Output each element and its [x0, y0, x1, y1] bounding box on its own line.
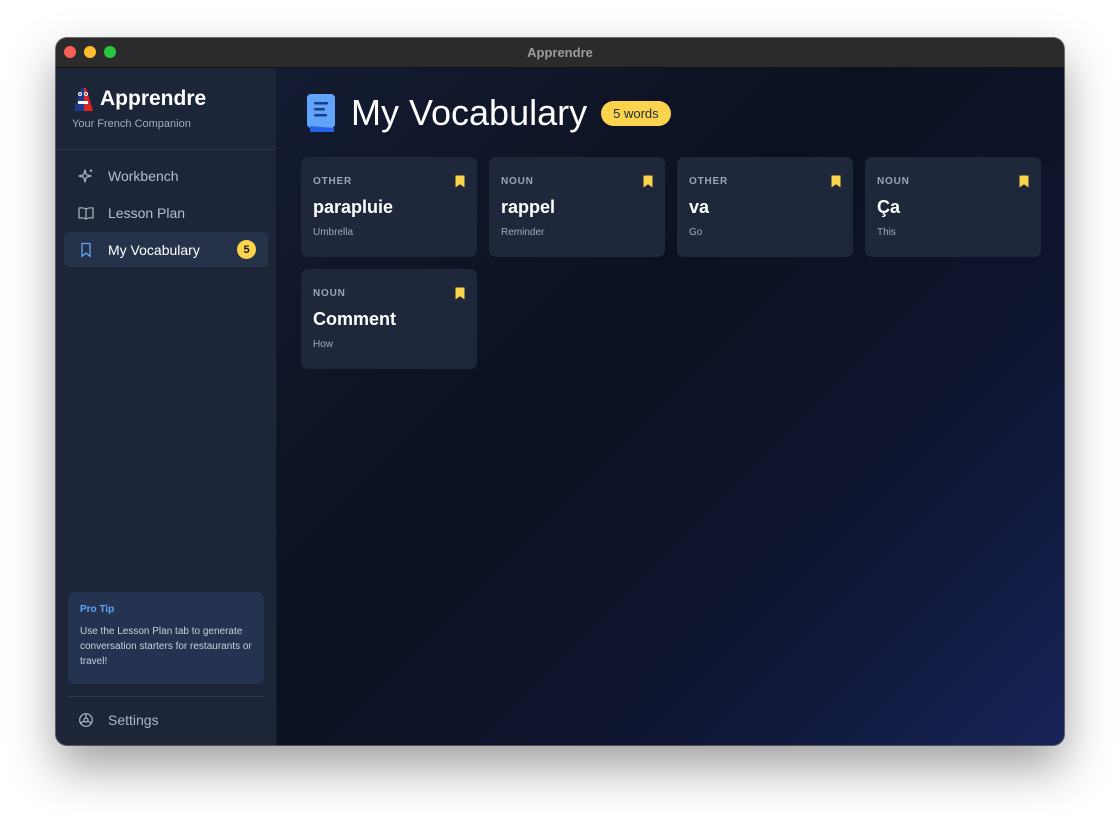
- pro-tip-card: Pro Tip Use the Lesson Plan tab to gener…: [68, 592, 264, 684]
- word-count-badge: 5 words: [601, 100, 671, 126]
- bookmark-icon[interactable]: [1019, 175, 1029, 188]
- word: rappel: [501, 197, 556, 217]
- word: parapluie: [313, 197, 394, 217]
- word: Ça: [877, 197, 901, 217]
- title-bar[interactable]: Apprendre: [56, 38, 1064, 68]
- bookmark-icon[interactable]: [831, 175, 841, 188]
- page-title: My Vocabulary: [351, 92, 588, 133]
- word-type: NOUN: [877, 176, 910, 187]
- word-type: OTHER: [689, 176, 728, 187]
- translation: Umbrella: [313, 227, 354, 238]
- vocab-card[interactable]: OTHER parapluie Umbrella: [301, 157, 477, 257]
- book-open-icon: [78, 205, 94, 221]
- app-window: Apprendre Apprendre Your French Companio…: [56, 38, 1064, 745]
- app-logo-icon: [72, 86, 94, 112]
- bookmark-icon: [78, 242, 94, 258]
- vocabulary-count-badge: 5: [237, 240, 256, 259]
- pro-tip-body: Use the Lesson Plan tab to generate conv…: [80, 626, 252, 667]
- word: Comment: [313, 309, 397, 329]
- settings-divider: [68, 696, 264, 697]
- sidebar-item-label: Workbench: [108, 167, 179, 184]
- sidebar-item-label: My Vocabulary: [108, 241, 200, 258]
- window-controls: [64, 46, 116, 58]
- vocab-card[interactable]: NOUN Ça This: [865, 157, 1041, 257]
- app-name: Apprendre: [100, 87, 207, 110]
- word-type: NOUN: [313, 288, 346, 299]
- translation: Go: [689, 227, 703, 238]
- word-type: OTHER: [313, 176, 352, 187]
- window-title: Apprendre: [527, 45, 593, 60]
- vocabulary-grid: OTHER parapluie Umbrella NOUN rappel Rem…: [301, 157, 1041, 369]
- minimize-window-button[interactable]: [84, 46, 96, 58]
- sidebar-item-label: Lesson Plan: [108, 204, 186, 221]
- app-subtitle: Your French Companion: [72, 118, 191, 130]
- page-header: My Vocabulary 5 words: [305, 92, 671, 134]
- word: va: [689, 197, 710, 217]
- sidebar-item-workbench[interactable]: Workbench: [64, 158, 268, 193]
- bookmark-icon[interactable]: [455, 287, 465, 300]
- settings-label: Settings: [108, 712, 159, 728]
- vocab-card[interactable]: NOUN Comment How: [301, 269, 477, 369]
- vocabulary-book-icon: [305, 93, 337, 133]
- pro-tip-title: Pro Tip: [80, 604, 115, 615]
- translation: How: [313, 339, 334, 350]
- bookmark-icon[interactable]: [643, 175, 653, 188]
- sidebar-divider: [56, 149, 276, 150]
- translation: This: [877, 227, 896, 238]
- vocab-card[interactable]: NOUN rappel Reminder: [489, 157, 665, 257]
- sidebar: Apprendre Your French Companion Workbenc…: [56, 68, 277, 745]
- sidebar-item-settings[interactable]: Settings: [78, 712, 159, 728]
- vocab-card[interactable]: OTHER va Go: [677, 157, 853, 257]
- translation: Reminder: [501, 227, 545, 238]
- sidebar-item-my-vocabulary[interactable]: My Vocabulary 5: [64, 232, 268, 267]
- bookmark-icon[interactable]: [455, 175, 465, 188]
- gear-icon: [78, 712, 94, 728]
- main-content: My Vocabulary 5 words OTHER parapluie Um…: [277, 68, 1064, 745]
- sidebar-item-lesson-plan[interactable]: Lesson Plan: [64, 195, 268, 230]
- zoom-window-button[interactable]: [104, 46, 116, 58]
- word-type: NOUN: [501, 176, 534, 187]
- brand: Apprendre Your French Companion: [72, 86, 206, 130]
- close-window-button[interactable]: [64, 46, 76, 58]
- sidebar-nav: Workbench Lesson Plan My Vocabulary 5: [64, 158, 268, 269]
- sparkle-icon: [78, 168, 94, 184]
